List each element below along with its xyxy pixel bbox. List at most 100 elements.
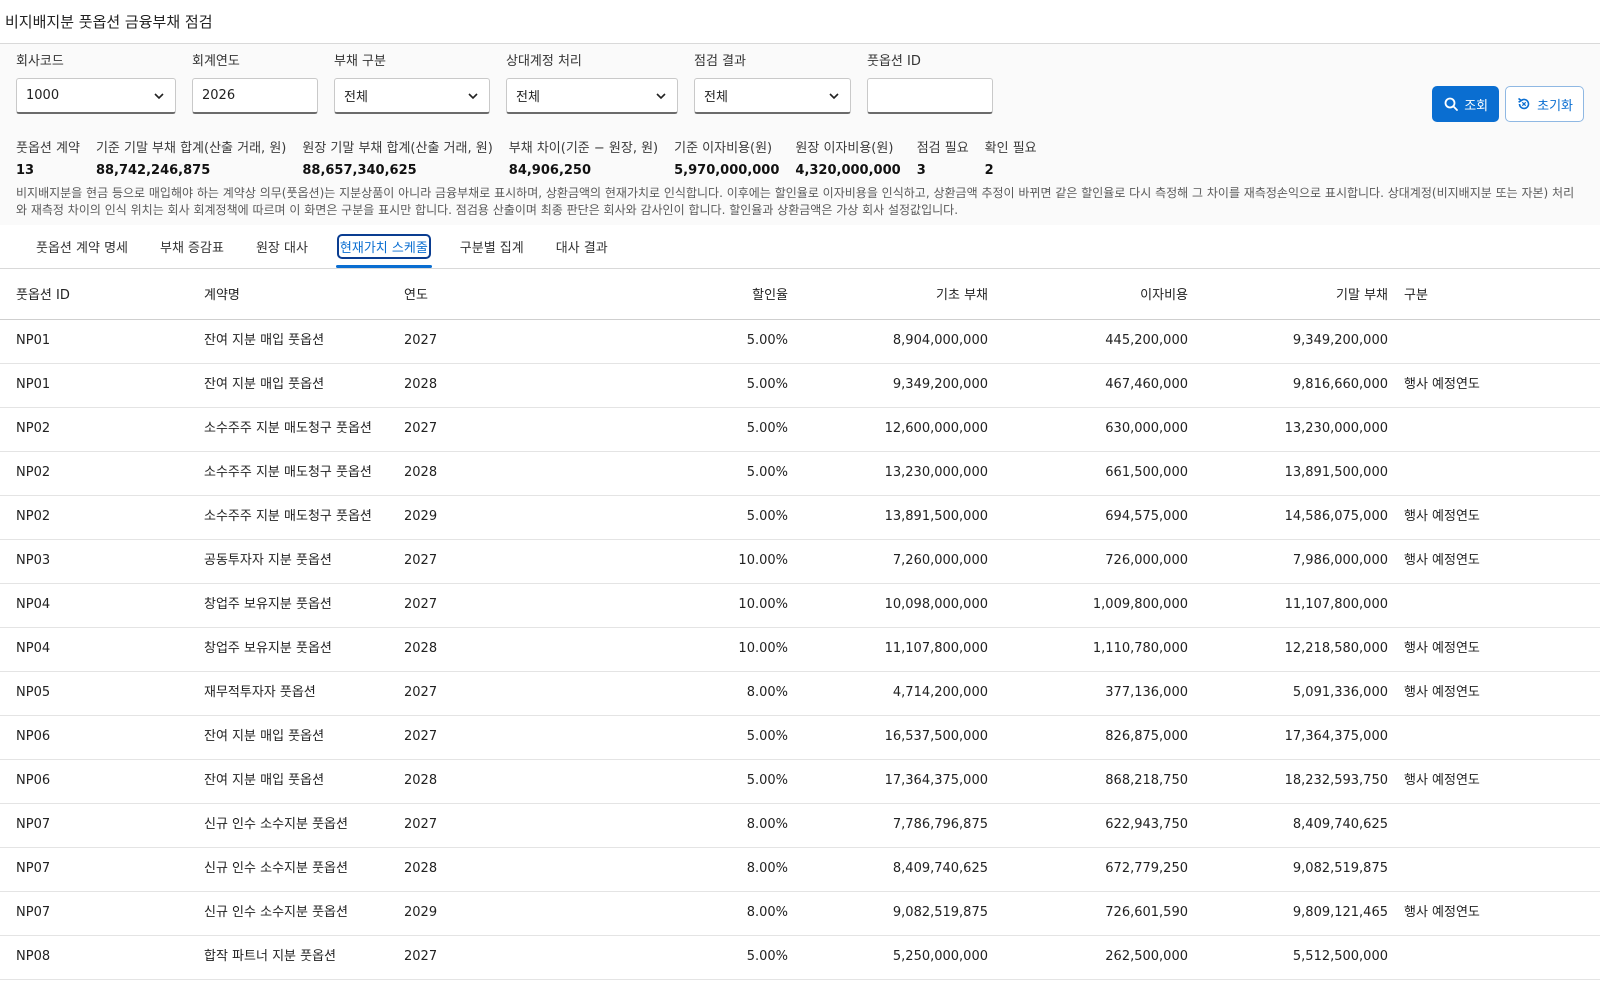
col-closing-liability-cell: 11,107,800,000 (1284, 597, 1388, 612)
filter-actions: 조회 초기화 (1432, 86, 1584, 122)
tab-bar: 풋옵션 계약 명세 부채 증감표 원장 대사 현재가치 스케줄 구분별 집계 대사 결과 (0, 225, 1600, 269)
table-row[interactable]: NP07 신규 인수 소수지분 풋옵션 2029 8.00% 9,082,519,875… (0, 891, 1600, 935)
col-opening-liability-cell: 4,714,200,000 (892, 685, 988, 700)
col-closing-liability-cell: 8,409,740,625 (1292, 817, 1388, 832)
tab-label: 구분별 집계 (459, 241, 524, 256)
col-year-cell: 2027 (404, 729, 438, 744)
col-opening-liability-cell: 7,260,000,000 (892, 553, 988, 568)
col-interest-expense-cell: 377,136,000 (1105, 685, 1188, 700)
filter-company-code: 회사코드 1000 (16, 52, 176, 134)
option-id-input[interactable] (877, 88, 983, 103)
liability-type-select[interactable]: 전체 (334, 78, 490, 114)
fiscal-year-label: 회계연도 (192, 54, 240, 69)
col-option-id-cell: NP05 (16, 685, 51, 700)
col-discount-rate-cell: 5.00% (746, 949, 788, 964)
option-id-field[interactable] (867, 78, 993, 114)
col-closing-liability-cell: 9,816,660,000 (1292, 377, 1388, 392)
table-row[interactable]: NP02 소수주주 지분 매도청구 풋옵션 2029 5.00% 13,891,500,… (0, 495, 1600, 539)
col-closing-liability-cell: 7,986,000,000 (1292, 553, 1388, 568)
col-interest-expense-header[interactable]: 이자비용 (996, 269, 1196, 319)
table-row[interactable]: NP03 공동투자자 지분 풋옵션 2027 10.00% 7,260,000,000 7… (0, 539, 1600, 583)
col-interest-expense-cell: 826,875,000 (1105, 729, 1188, 744)
col-discount-rate-cell: 8.00% (746, 685, 788, 700)
table-row[interactable]: NP01 잔여 지분 매입 풋옵션 2028 5.00% 9,349,200,000 46… (0, 363, 1600, 407)
col-discount-rate-header[interactable]: 할인율 (596, 269, 796, 319)
table-row[interactable]: NP06 잔여 지분 매입 풋옵션 2027 5.00% 16,537,500,000 8… (0, 715, 1600, 759)
col-opening-liability-cell: 5,250,000,000 (892, 949, 988, 964)
table-row[interactable]: NP02 소수주주 지분 매도청구 풋옵션 2027 5.00% 12,600,000,… (0, 407, 1600, 451)
kpi-label: 확인 필요 (984, 141, 1037, 156)
col-option-id-cell: NP06 (16, 729, 51, 744)
col-option-id-cell: NP02 (16, 421, 51, 436)
summary-kpi: 기준 기말 부채 합계(산출 거래, 원) 88,742,246,875 (96, 138, 286, 182)
table-row[interactable]: NP01 잔여 지분 매입 풋옵션 2027 5.00% 8,904,000,000 44… (0, 319, 1600, 363)
col-opening-liability-header[interactable]: 기초 부채 (796, 269, 996, 319)
tab-ledger-reconciliation[interactable]: 원장 대사 (240, 225, 324, 268)
table-row[interactable]: NP06 잔여 지분 매입 풋옵션 2028 5.00% 17,364,375,000 8… (0, 759, 1600, 803)
col-year-header[interactable]: 연도 (396, 269, 596, 319)
kpi-value: 4,320,000,000 (795, 163, 901, 178)
table-row[interactable]: NP04 창업주 보유지분 풋옵션 2028 10.00% 11,107,800,000… (0, 627, 1600, 671)
schedule-table: 풋옵션 ID 계약명 연도 할인율 기초 부채 이자비용 기말 부채 구분 NP01 잔여 지분… (0, 269, 1600, 980)
col-contract-name-cell: 잔여 지분 매입 풋옵션 (204, 773, 325, 788)
counter-account-value: 전체 (516, 90, 540, 105)
table-row[interactable]: NP05 재무적투자자 풋옵션 2027 8.00% 4,714,200,000 377,… (0, 671, 1600, 715)
check-result-select[interactable]: 전체 (694, 78, 851, 114)
tab-pv-schedule[interactable]: 현재가치 스케줄 (324, 225, 444, 268)
col-option-id-cell: NP02 (16, 465, 51, 480)
filter-fiscal-year: 회계연도 (192, 52, 318, 134)
fiscal-year-field[interactable] (192, 78, 318, 114)
col-contract-name-cell: 잔여 지분 매입 풋옵션 (204, 729, 325, 744)
col-closing-liability-cell: 14,586,075,000 (1284, 509, 1388, 524)
col-contract-name-cell: 재무적투자자 풋옵션 (204, 685, 316, 700)
col-category-cell (1396, 847, 1600, 891)
col-year-cell: 2027 (404, 817, 438, 832)
col-opening-liability-cell: 8,904,000,000 (892, 333, 988, 348)
col-opening-liability-cell: 9,082,519,875 (892, 905, 988, 920)
summary-kpi: 원장 이자비용(원) 4,320,000,000 (795, 138, 900, 182)
col-closing-liability-cell: 13,230,000,000 (1284, 421, 1388, 436)
table-row[interactable]: NP07 신규 인수 소수지분 풋옵션 2027 8.00% 7,786,796,875… (0, 803, 1600, 847)
col-contract-name-cell: 잔여 지분 매입 풋옵션 (204, 333, 325, 348)
col-closing-liability-header[interactable]: 기말 부채 (1196, 269, 1396, 319)
col-opening-liability-cell: 10,098,000,000 (884, 597, 988, 612)
col-year-cell: 2028 (404, 377, 438, 392)
col-contract-name-cell: 창업주 보유지분 풋옵션 (204, 641, 332, 656)
col-option-id-header[interactable]: 풋옵션 ID (0, 269, 196, 319)
tab-category-summary[interactable]: 구분별 집계 (444, 225, 540, 268)
fiscal-year-input[interactable] (202, 88, 308, 103)
col-contract-name-cell: 잔여 지분 매입 풋옵션 (204, 377, 325, 392)
col-contract-name-cell: 소수주주 지분 매도청구 풋옵션 (204, 421, 372, 436)
col-opening-liability-cell: 13,891,500,000 (884, 509, 988, 524)
col-year-cell: 2027 (404, 597, 438, 612)
counter-account-select[interactable]: 전체 (506, 78, 678, 114)
chevron-down-icon (829, 92, 839, 99)
filter-check-result: 점검 결과 전체 (694, 52, 851, 134)
col-contract-name-header[interactable]: 계약명 (196, 269, 396, 319)
kpi-value: 13 (16, 163, 35, 178)
table-row[interactable]: NP07 신규 인수 소수지분 풋옵션 2028 8.00% 8,409,740,625… (0, 847, 1600, 891)
liability-type-label: 부채 구분 (334, 54, 386, 69)
reset-button[interactable]: 초기화 (1505, 86, 1584, 122)
col-year-cell: 2028 (404, 773, 438, 788)
table-row[interactable]: NP02 소수주주 지분 매도청구 풋옵션 2028 5.00% 13,230,000,… (0, 451, 1600, 495)
tab-reconciliation-result[interactable]: 대사 결과 (540, 225, 624, 268)
col-closing-liability-cell: 18,232,593,750 (1284, 773, 1388, 788)
col-category-cell (1396, 935, 1600, 979)
search-button[interactable]: 조회 (1432, 86, 1500, 122)
col-year-cell: 2029 (404, 509, 438, 524)
option-id-label: 풋옵션 ID (867, 54, 921, 69)
table-row[interactable]: NP08 합작 파트너 지분 풋옵션 2027 5.00% 5,250,000,000 2… (0, 935, 1600, 979)
tab-contract-detail[interactable]: 풋옵션 계약 명세 (20, 225, 144, 268)
tab-liability-rollforward[interactable]: 부채 증감표 (144, 225, 240, 268)
notice-text: 비지배지분을 현금 등으로 매입해야 하는 계약상 의무(풋옵션)는 지분상품이… (16, 186, 1575, 217)
col-contract-name-cell: 공동투자자 지분 풋옵션 (204, 553, 332, 568)
kpi-label: 점검 필요 (916, 141, 969, 156)
table-row[interactable]: NP04 창업주 보유지분 풋옵션 2027 10.00% 10,098,000,000… (0, 583, 1600, 627)
kpi-value: 3 (916, 163, 926, 178)
col-category-header[interactable]: 구분 (1396, 269, 1600, 319)
summary-kpi: 풋옵션 계약 13 (16, 138, 80, 182)
col-category-cell: 행사 예정연도 (1404, 905, 1480, 920)
summary-bar: 풋옵션 계약 13 기준 기말 부채 합계(산출 거래, 원) 88,742,24… (0, 134, 1600, 185)
company-code-select[interactable]: 1000 (16, 78, 176, 114)
